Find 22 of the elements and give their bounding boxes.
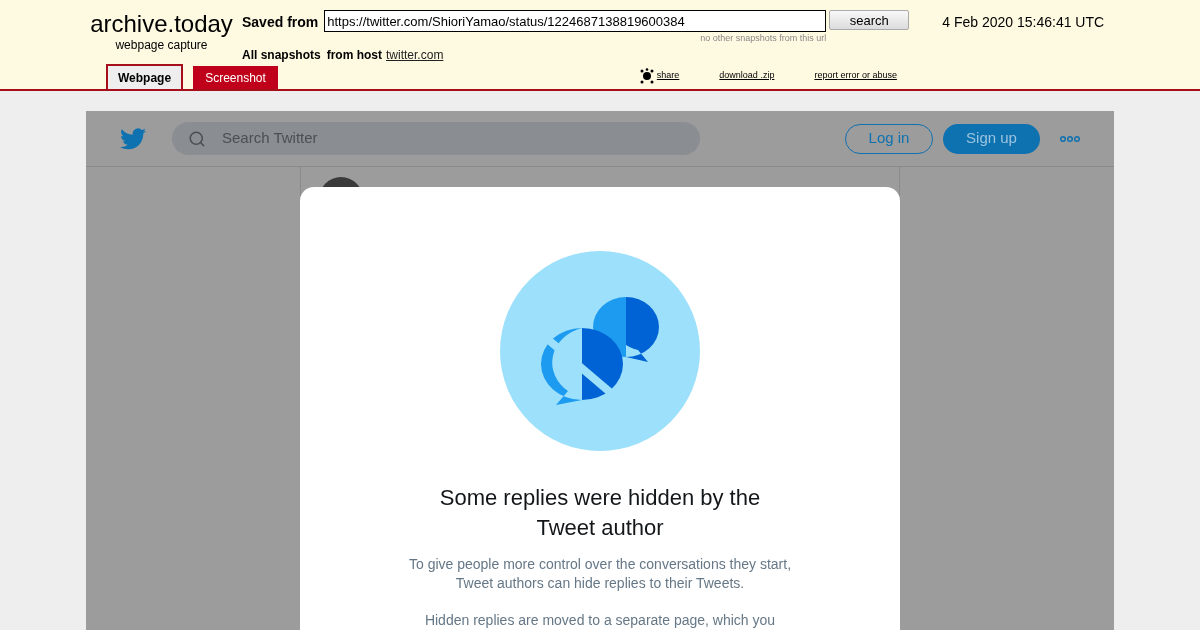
search-button[interactable]: search — [829, 10, 910, 30]
url-field[interactable]: https://twitter.com/ShioriYamao/status/1224687138819600384 — [324, 10, 827, 32]
search-icon — [188, 129, 206, 148]
bird-icon — [120, 127, 146, 150]
header-link[interactable]: report error or abuse — [814, 69, 897, 83]
modal-text: Hidden replies are moved to a separate page, which you — [423, 611, 777, 630]
host-link[interactable]: twitter.com — [386, 46, 444, 64]
header-link[interactable]: share — [656, 69, 680, 83]
no-snapshots-note: no other snapshots from this url — [700, 32, 827, 44]
site-logo[interactable]: archive.today — [90, 10, 233, 38]
saved-from-label: Saved from — [242, 13, 319, 32]
modal-title: Some replies were hidden by the Tweet author — [438, 484, 762, 542]
modal-text: To give people more control over the conversations they start, Tweet authors can hide replies to their Tweets. — [407, 555, 793, 593]
header-link[interactable]: download .zip — [719, 69, 775, 83]
tab[interactable]: Webpage — [106, 64, 184, 89]
capture-date: 4 Feb 2020 15:46:41 UTC — [942, 13, 1105, 32]
from-host-label: from host — [326, 47, 383, 64]
site-subtitle: webpage capture — [115, 38, 208, 52]
all-snapshots-label: All snapshots — [242, 47, 321, 64]
more-icon[interactable] — [1060, 134, 1080, 143]
share-icon — [639, 68, 654, 84]
tab[interactable]: Screenshot — [193, 66, 278, 89]
